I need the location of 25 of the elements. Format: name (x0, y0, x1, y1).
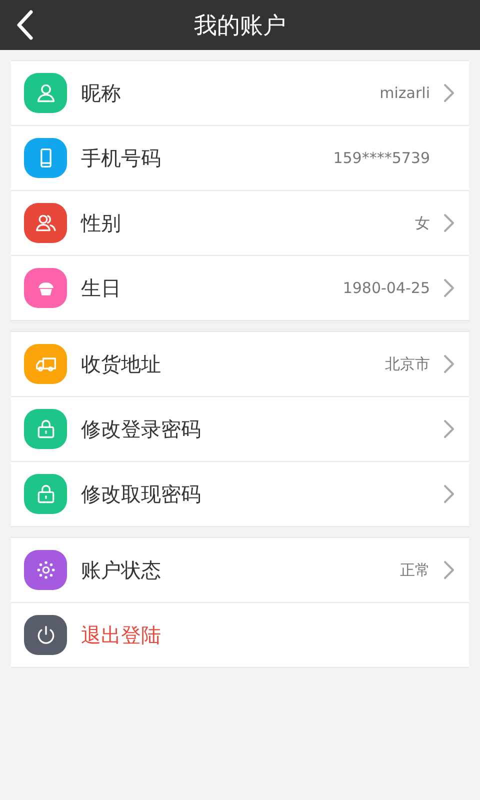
row-label: 收货地址 (81, 350, 162, 378)
row-label: 生日 (81, 274, 122, 302)
row-value: 159****5739 (333, 149, 430, 167)
row-value: mizarli (380, 84, 430, 102)
row-value: 北京市 (385, 354, 430, 374)
settings-row[interactable]: 收货地址 北京市 (11, 332, 469, 396)
row-label: 手机号码 (81, 144, 162, 172)
row-label: 性别 (81, 210, 122, 236)
screen-title: 我的账户 (194, 12, 286, 40)
settings-row[interactable]: 昵称 mizarli (11, 61, 469, 125)
settings-row[interactable]: 账户状态 正常 (11, 538, 469, 602)
row-label: 账户状态 (81, 556, 162, 584)
settings-row[interactable]: 性别 女 (11, 190, 469, 255)
row-value: 女 (415, 214, 430, 232)
settings-row[interactable]: 生日 1980-04-25 (11, 255, 469, 320)
row-value: 正常 (400, 560, 430, 580)
settings-row[interactable]: 修改登录密码 (11, 396, 469, 461)
row-label: 昵称 (81, 80, 122, 106)
row-label: 退出登陆 (81, 622, 162, 648)
row-value: 1980-04-25 (342, 279, 430, 297)
row-label: 修改登录密码 (81, 416, 202, 442)
settings-row[interactable]: 手机号码 159****5739 (11, 125, 469, 190)
row-label: 修改取现密码 (81, 480, 202, 508)
settings-row[interactable]: 修改取现密码 (11, 461, 469, 526)
settings-row[interactable]: 退出登陆 (11, 602, 469, 667)
